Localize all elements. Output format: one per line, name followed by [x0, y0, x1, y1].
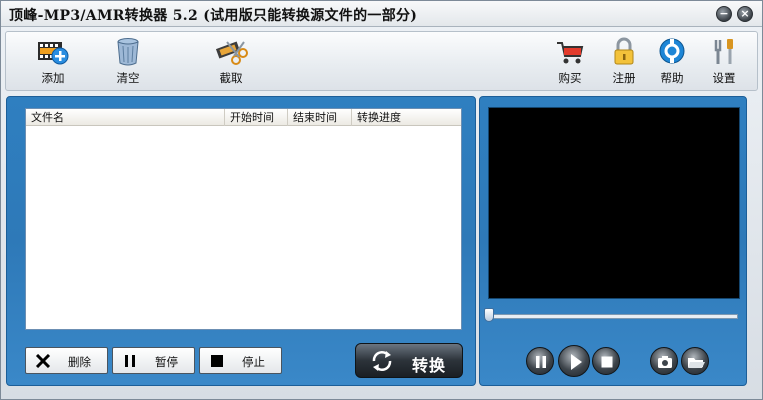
column-header-filename[interactable]: 文件名 [26, 109, 225, 126]
stop-square-icon [211, 355, 223, 367]
toolbar: 添加 清空 截取 购买 注册 帮助 设置 [5, 31, 758, 91]
help-label: 帮助 [660, 71, 684, 85]
register-label: 注册 [612, 71, 636, 85]
seek-thumb[interactable] [484, 308, 494, 322]
convert-label: 转换 [412, 356, 447, 375]
pause-label: 暂停 [155, 355, 178, 369]
buy-label: 购买 [558, 71, 582, 85]
column-header-progress[interactable]: 转换进度 [352, 109, 461, 126]
file-list[interactable]: 文件名 开始时间 结束时间 转换进度 [25, 108, 462, 330]
cut-button[interactable]: 截取 [206, 36, 256, 90]
stop-label: 停止 [242, 355, 265, 369]
register-button[interactable]: 注册 [599, 36, 649, 90]
clear-button[interactable]: 清空 [103, 36, 153, 90]
player-panel [479, 96, 747, 386]
stop-square-icon [601, 356, 613, 368]
open-folder-button[interactable] [681, 347, 709, 375]
clear-label: 清空 [116, 71, 140, 85]
delete-label: 删除 [68, 355, 91, 369]
folder-open-icon [688, 358, 705, 368]
column-header-end-time[interactable]: 结束时间 [288, 109, 352, 126]
refresh-arrows-icon [372, 351, 392, 371]
cart-icon [557, 42, 584, 64]
help-circle-icon [659, 38, 685, 64]
close-x-icon [35, 354, 51, 368]
window-title: 顶峰-MP3/AMR转换器 5.2 (试用版只能转换源文件的一部分) [9, 8, 418, 24]
trash-can-icon [117, 38, 139, 66]
settings-label: 设置 [712, 71, 736, 85]
delete-button[interactable]: 删除 [25, 347, 108, 374]
player-stop-button[interactable] [592, 347, 620, 375]
lock-icon [614, 37, 634, 65]
convert-button[interactable]: 转换 [355, 343, 463, 378]
title-bar: 顶峰-MP3/AMR转换器 5.2 (试用版只能转换源文件的一部分) − × [1, 1, 762, 27]
player-play-button[interactable] [558, 345, 590, 377]
film-add-icon [38, 42, 69, 65]
stop-button[interactable]: 停止 [199, 347, 282, 374]
pause-bars-icon [536, 356, 546, 368]
cut-label: 截取 [219, 71, 243, 85]
play-icon [571, 354, 582, 370]
close-button[interactable]: × [737, 6, 753, 22]
add-button[interactable]: 添加 [28, 36, 78, 90]
seek-bar[interactable] [490, 314, 738, 319]
file-list-header: 文件名 开始时间 结束时间 转换进度 [26, 109, 461, 126]
video-preview [488, 107, 740, 299]
file-panel: 文件名 开始时间 结束时间 转换进度 删除 暂停 停止 转换 [6, 96, 476, 386]
pause-button[interactable]: 暂停 [112, 347, 195, 374]
column-header-start-time[interactable]: 开始时间 [225, 109, 288, 126]
help-button[interactable]: 帮助 [647, 36, 697, 90]
app-window: 顶峰-MP3/AMR转换器 5.2 (试用版只能转换源文件的一部分) − × 添… [0, 0, 763, 400]
camera-icon [658, 356, 672, 368]
tools-icon [714, 39, 733, 64]
scissors-film-icon [215, 41, 248, 65]
player-pause-button[interactable] [526, 347, 554, 375]
pause-bars-icon [125, 355, 135, 367]
add-label: 添加 [41, 71, 65, 85]
snapshot-button[interactable] [650, 347, 678, 375]
settings-button[interactable]: 设置 [699, 36, 749, 90]
buy-button[interactable]: 购买 [545, 36, 595, 90]
minimize-button[interactable]: − [716, 6, 732, 22]
